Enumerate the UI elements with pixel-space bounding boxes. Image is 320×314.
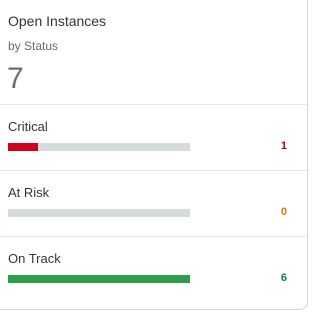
status-bar-track	[8, 209, 190, 217]
status-row-on-track[interactable]: On Track 6	[0, 237, 307, 303]
status-bar-track	[8, 143, 190, 151]
status-label: At Risk	[8, 185, 50, 200]
total-count: 7	[7, 62, 24, 95]
status-label: On Track	[8, 251, 61, 266]
card-title: Open Instances	[8, 13, 107, 29]
card-header: Open Instances	[8, 12, 298, 30]
status-bar-fill	[8, 275, 190, 283]
status-bar-fill	[8, 143, 39, 151]
status-row-at-risk[interactable]: At Risk 0	[0, 171, 307, 237]
status-count: 6	[280, 272, 287, 284]
card-subtitle: by Status	[8, 39, 59, 53]
open-instances-card[interactable]: Open Instances by Status 7 Critical 1 At…	[0, 0, 308, 310]
status-label: Critical	[8, 119, 48, 134]
status-row-critical[interactable]: Critical 1	[0, 105, 307, 171]
status-bar-track	[8, 275, 190, 283]
status-count: 1	[280, 140, 287, 152]
status-count: 0	[280, 206, 287, 218]
